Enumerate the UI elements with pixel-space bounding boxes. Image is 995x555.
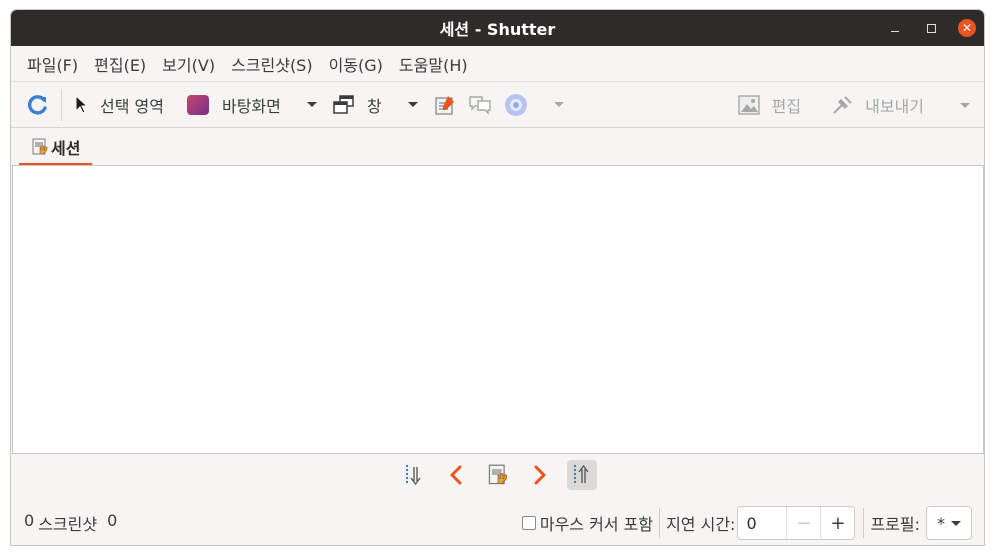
screenshot-label: 스크린샷	[38, 515, 98, 534]
menu-edit[interactable]: 편집(E)	[86, 52, 154, 76]
screenshot-count: 0	[24, 511, 35, 530]
chevron-left-icon	[450, 465, 461, 485]
desktop-label: 바탕화면	[221, 96, 281, 116]
last-button[interactable]	[399, 460, 429, 490]
total-size: 0	[107, 511, 118, 530]
menu-screenshot[interactable]: 스크린샷(S)	[223, 52, 321, 76]
window-dropdown-arrow[interactable]	[407, 102, 418, 107]
web-capture-button[interactable]	[498, 88, 534, 122]
chevron-down-icon	[951, 520, 961, 526]
export-button[interactable]: 내보내기	[825, 88, 930, 122]
tab-session[interactable]: 세션	[19, 130, 93, 166]
selection-label: 선택 영역	[100, 96, 164, 116]
window-icon	[333, 94, 354, 114]
navigation-bar	[11, 457, 984, 493]
menu-bar: 파일(F) 편집(E) 보기(V) 스크린샷(S) 이동(G) 도움말(H)	[11, 46, 984, 82]
window-label: 창	[366, 96, 382, 116]
session-icon	[32, 138, 48, 154]
web-icon	[504, 93, 527, 116]
first-button[interactable]	[566, 460, 597, 490]
menu-help[interactable]: 도움말(H)	[391, 52, 476, 76]
profile-value: *	[937, 513, 945, 533]
window-title: 세션 - Shutter	[439, 20, 556, 39]
tooltip-capture-button[interactable]	[462, 88, 498, 122]
tab-bar: 세션	[11, 128, 984, 166]
session-icon	[488, 464, 507, 485]
delay-decrement-button[interactable]: −	[786, 507, 820, 539]
delay-increment-button[interactable]: +	[820, 507, 854, 539]
selection-button[interactable]: 선택 영역	[68, 88, 170, 122]
window-button[interactable]: 창	[327, 88, 388, 122]
close-button[interactable]: ✕	[958, 19, 976, 37]
edit-button[interactable]: 편집	[732, 88, 807, 122]
profile-select[interactable]: *	[926, 506, 972, 540]
app-window: 세션 - Shutter ✕ 파일(F) 편집(E) 보기(V) 스크린샷(S)…	[10, 9, 985, 546]
status-bar: 0 스크린샷 0 마우스 커서 포함 지연 시간: 0 − + 프로필: *	[11, 502, 984, 544]
tooltip-icon	[468, 95, 491, 115]
image-edit-icon	[737, 95, 760, 115]
go-last-icon	[405, 464, 421, 486]
session-home-button[interactable]	[483, 460, 513, 490]
menu-file[interactable]: 파일(F)	[19, 52, 86, 76]
desktop-dropdown-arrow[interactable]	[306, 102, 317, 107]
title-bar[interactable]: 세션 - Shutter ✕	[11, 10, 984, 46]
export-label: 내보내기	[865, 97, 924, 116]
mouse-cursor-checkbox[interactable]	[521, 516, 536, 530]
mouse-cursor-label[interactable]: 마우스 커서 포함	[540, 511, 653, 535]
status-separator	[659, 508, 661, 538]
session-view[interactable]	[12, 165, 984, 454]
web-dropdown-arrow[interactable]	[553, 102, 564, 107]
desktop-button[interactable]: 바탕화면	[180, 88, 287, 122]
toolbar-separator	[61, 88, 62, 121]
menu-view[interactable]: 보기(V)	[154, 52, 223, 76]
minimize-button[interactable]	[886, 19, 904, 37]
back-button[interactable]	[441, 460, 471, 490]
delay-label: 지연 시간:	[666, 515, 736, 534]
export-dropdown-arrow[interactable]	[960, 102, 970, 108]
forward-button[interactable]	[525, 460, 555, 490]
go-first-icon	[573, 464, 589, 484]
toolbar: 선택 영역 바탕화면 창 편집 내보내기	[11, 82, 984, 128]
export-icon	[833, 96, 852, 114]
profile-label: 프로필:	[870, 515, 920, 534]
maximize-button[interactable]	[922, 19, 940, 37]
cursor-icon	[75, 94, 88, 114]
delay-input[interactable]: 0	[738, 514, 786, 533]
desktop-icon	[186, 94, 209, 115]
status-separator	[863, 508, 865, 538]
chevron-right-icon	[534, 465, 545, 485]
menu-go[interactable]: 이동(G)	[321, 52, 391, 76]
delay-spinner[interactable]: 0 − +	[737, 506, 856, 540]
menu-capture-button[interactable]	[428, 88, 462, 122]
refresh-icon	[28, 94, 47, 115]
refresh-button[interactable]	[21, 88, 55, 122]
tab-session-label: 세션	[51, 138, 81, 158]
menu-capture-icon	[435, 95, 454, 114]
edit-label: 편집	[771, 97, 802, 116]
